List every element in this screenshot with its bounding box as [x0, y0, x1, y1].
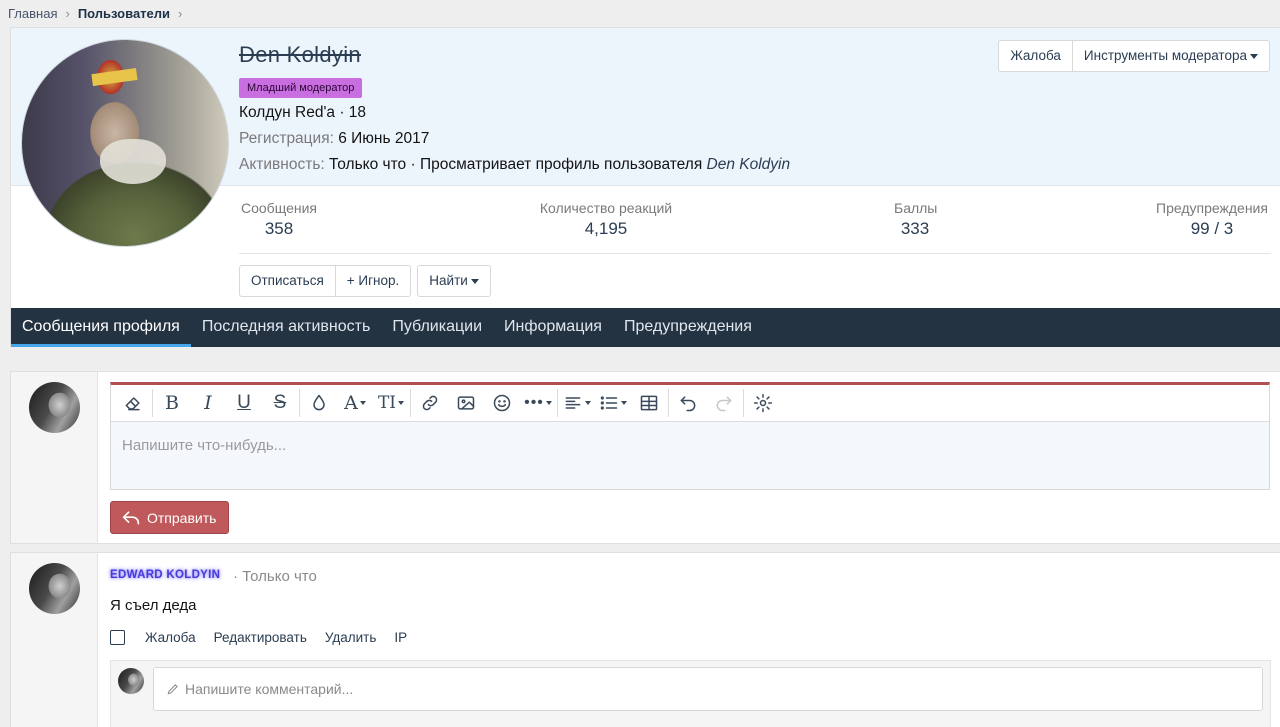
- member-stats: Сообщения 358 Количество реакций 4,195 Б…: [239, 198, 1271, 254]
- find-label: Найти: [429, 273, 468, 288]
- underline-icon[interactable]: U: [226, 388, 262, 418]
- stat-reactions[interactable]: Количество реакций 4,195: [536, 200, 676, 239]
- select-checkbox[interactable]: [110, 630, 125, 645]
- chevron-right-icon: ›: [65, 5, 70, 21]
- unfollow-button[interactable]: Отписаться: [240, 266, 335, 296]
- stat-label: Сообщения: [241, 200, 317, 216]
- post-time[interactable]: · Только что: [233, 568, 317, 585]
- editor-toolbar: B I U S A TI •••: [111, 385, 1269, 422]
- registration-label: Регистрация:: [239, 130, 334, 147]
- rich-text-editor: B I U S A TI ••• Напишите что-нибудь...: [110, 382, 1270, 490]
- post-text: Я съел деда: [110, 597, 197, 614]
- ignore-button[interactable]: + Игнор.: [334, 266, 410, 296]
- avatar[interactable]: [22, 40, 228, 246]
- registration-info: Регистрация: 6 Июнь 2017: [239, 130, 429, 148]
- user-title: Колдун Red'a · 18: [239, 104, 367, 121]
- stat-label: Баллы: [894, 200, 938, 216]
- gear-icon[interactable]: [745, 388, 781, 418]
- stat-value: 4,195: [584, 219, 628, 238]
- registration-value: 6 Июнь 2017: [338, 130, 430, 147]
- caret-down-icon: [1250, 53, 1258, 59]
- tab-postings[interactable]: Публикации: [381, 308, 493, 347]
- bold-icon[interactable]: B: [154, 388, 190, 418]
- profile-post-composer: B I U S A TI ••• Напишите что-нибудь... …: [10, 371, 1280, 544]
- stat-points[interactable]: Баллы 333: [894, 200, 938, 239]
- post-ip-link[interactable]: IP: [394, 630, 407, 645]
- report-button[interactable]: Жалоба: [999, 41, 1072, 71]
- stat-label: Количество реакций: [539, 200, 673, 216]
- redo-icon[interactable]: [706, 388, 742, 418]
- table-icon[interactable]: [631, 388, 667, 418]
- post-report-link[interactable]: Жалоба: [145, 630, 196, 645]
- avatar[interactable]: [29, 563, 80, 614]
- breadcrumb: Главная › Пользователи ›: [8, 4, 190, 22]
- comment-placeholder: Напишите комментарий...: [185, 681, 354, 697]
- link-icon[interactable]: [412, 388, 448, 418]
- more-options-icon[interactable]: •••: [520, 388, 556, 418]
- list-icon[interactable]: [595, 388, 631, 418]
- tab-warnings[interactable]: Предупреждения: [613, 308, 763, 347]
- italic-icon[interactable]: I: [190, 388, 226, 418]
- avatar[interactable]: [118, 668, 144, 694]
- moderator-button-group: Жалоба Инструменты модератора: [998, 40, 1270, 72]
- smiley-icon[interactable]: [484, 388, 520, 418]
- comment-box: Напишите комментарий...: [110, 660, 1271, 727]
- moderator-tools-label: Инструменты модератора: [1083, 48, 1247, 63]
- find-group: Найти: [417, 265, 491, 297]
- align-icon[interactable]: [559, 388, 595, 418]
- editor-placeholder[interactable]: Напишите что-нибудь...: [122, 437, 286, 454]
- stat-warnings[interactable]: Предупреждения 99 / 3: [1153, 200, 1271, 239]
- stat-value: 99 / 3: [1190, 219, 1234, 238]
- composer-content: B I U S A TI ••• Напишите что-нибудь... …: [98, 372, 1280, 543]
- eraser-icon[interactable]: [115, 388, 151, 418]
- stat-value: 333: [900, 219, 930, 238]
- profile-tabs: Сообщения профиля Последняя активность П…: [11, 308, 1280, 347]
- username[interactable]: Den Koldyin: [239, 42, 361, 68]
- member-header: Den Koldyin Младший модератор Колдун Red…: [10, 27, 1280, 347]
- post-author[interactable]: EDWARD KOLDYIN: [110, 569, 220, 581]
- avatar[interactable]: [29, 382, 80, 433]
- post-avatar-rail: [11, 553, 98, 727]
- post-actions: Жалоба Редактировать Удалить IP: [110, 630, 425, 645]
- caret-down-icon: [470, 278, 479, 284]
- breadcrumb-current[interactable]: Пользователи: [78, 6, 170, 21]
- strikethrough-icon[interactable]: S: [262, 388, 298, 418]
- find-button[interactable]: Найти: [418, 266, 490, 296]
- pencil-icon: [167, 684, 178, 695]
- image-icon[interactable]: [448, 388, 484, 418]
- follow-ignore-group: Отписаться + Игнор.: [239, 265, 412, 297]
- send-button-label: Отправить: [147, 509, 217, 526]
- chevron-right-icon: ›: [178, 5, 183, 21]
- role-badge: Младший модератор: [239, 78, 363, 98]
- send-button[interactable]: Отправить: [110, 501, 230, 534]
- font-family-icon[interactable]: A: [337, 388, 373, 418]
- composer-avatar-rail: [11, 372, 98, 543]
- moderator-tools-button[interactable]: Инструменты модератора: [1071, 41, 1269, 71]
- tab-profile-posts[interactable]: Сообщения профиля: [11, 308, 191, 347]
- activity-label: Активность:: [239, 156, 325, 173]
- stat-value: 358: [264, 219, 294, 238]
- profile-post: EDWARD KOLDYIN · Только что Я съел деда …: [10, 552, 1280, 727]
- reply-icon: [122, 510, 140, 525]
- activity-link[interactable]: Den Koldyin: [707, 156, 791, 173]
- undo-icon[interactable]: [670, 388, 706, 418]
- comment-input[interactable]: Напишите комментарий...: [153, 667, 1263, 711]
- breadcrumb-home[interactable]: Главная: [8, 6, 57, 21]
- tab-about[interactable]: Информация: [493, 308, 613, 347]
- text-color-icon[interactable]: [301, 388, 337, 418]
- tab-latest-activity[interactable]: Последняя активность: [191, 308, 381, 347]
- post-delete-link[interactable]: Удалить: [325, 630, 377, 645]
- stat-label: Предупреждения: [1156, 200, 1268, 216]
- font-size-icon[interactable]: TI: [373, 388, 409, 418]
- member-actions: Отписаться + Игнор. Найти: [239, 265, 491, 297]
- post-edit-link[interactable]: Редактировать: [214, 630, 307, 645]
- activity-value: Только что · Просматривает профиль польз…: [329, 156, 703, 173]
- activity-info: Активность: Только что · Просматривает п…: [239, 156, 790, 174]
- stat-messages[interactable]: Сообщения 358: [239, 200, 319, 239]
